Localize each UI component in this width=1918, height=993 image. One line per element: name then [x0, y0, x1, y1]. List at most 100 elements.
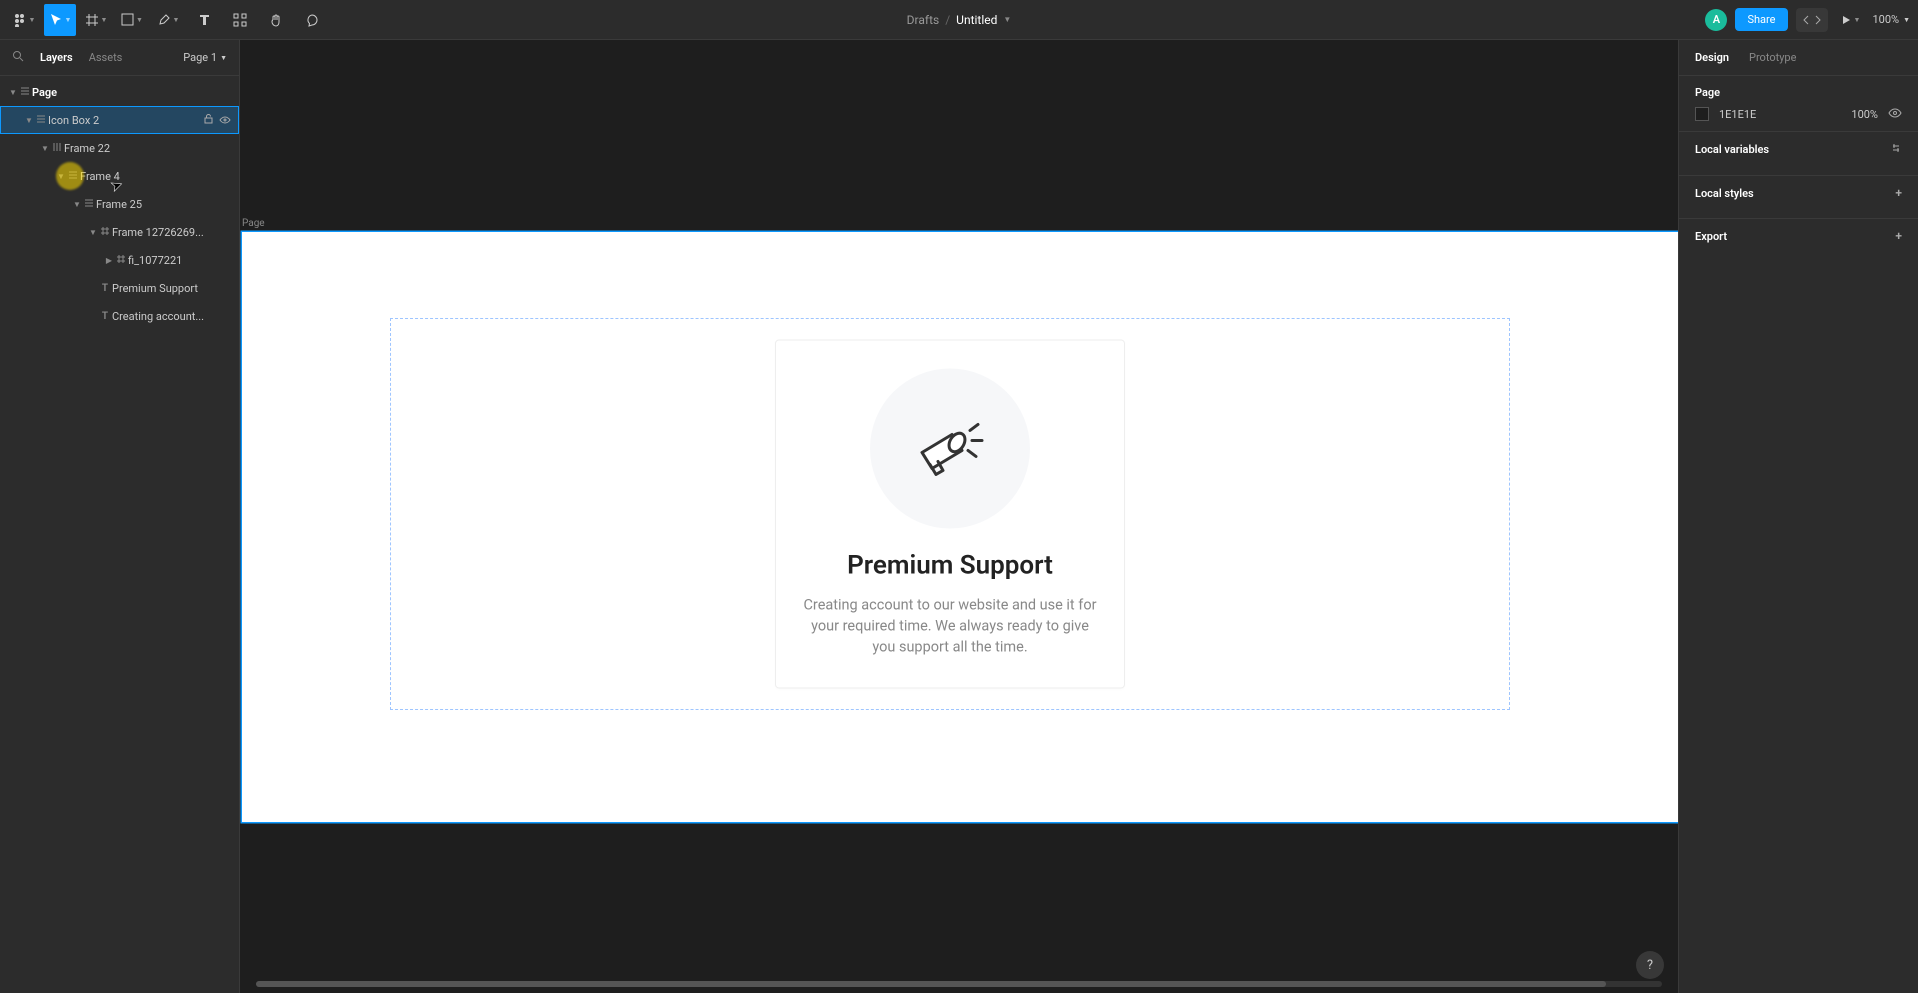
- layer-name: Frame 12726269...: [112, 226, 239, 239]
- artboard-page[interactable]: Premium Support Creating account to our …: [242, 232, 1678, 822]
- layer-name: Page: [32, 86, 239, 99]
- plus-icon[interactable]: +: [1895, 229, 1902, 243]
- layer-row-frame-4[interactable]: ▼ Frame 4: [0, 162, 239, 190]
- tab-layers[interactable]: Layers: [40, 51, 73, 64]
- expand-icon[interactable]: ▼: [40, 144, 50, 153]
- toolbar-left: ▼ ▼ ▼ ▼ ▼: [8, 4, 328, 36]
- dev-mode-button[interactable]: [1796, 8, 1828, 32]
- expand-icon[interactable]: ▼: [88, 228, 98, 237]
- section-title-page: Page: [1695, 86, 1902, 99]
- chevron-down-icon: ▼: [29, 16, 36, 24]
- chevron-down-icon: ▼: [101, 16, 108, 24]
- layer-row-frame-12726269-[interactable]: ▼ Frame 12726269...: [0, 218, 239, 246]
- text-tool-button[interactable]: [188, 4, 220, 36]
- expand-icon[interactable]: ▼: [8, 88, 18, 97]
- megaphone-icon: [910, 412, 990, 484]
- layer-row-icon-box-2[interactable]: ▼Icon Box 2: [0, 106, 239, 134]
- scrollbar-thumb[interactable]: [256, 981, 1606, 987]
- move-tool-button[interactable]: ▼: [44, 4, 76, 36]
- chevron-down-icon: ▼: [1854, 16, 1861, 24]
- layer-type-icon: [114, 254, 128, 267]
- chevron-down-icon: ▼: [65, 16, 72, 24]
- canvas[interactable]: Page Premium Support: [240, 40, 1678, 993]
- hand-tool-button[interactable]: [260, 4, 292, 36]
- toolbar: ▼ ▼ ▼ ▼ ▼ Drafts /: [0, 0, 1918, 40]
- shape-tool-button[interactable]: ▼: [116, 4, 148, 36]
- section-page: Page 1E1E1E 100%: [1679, 76, 1918, 132]
- breadcrumb[interactable]: Drafts / Untitled ▼: [907, 13, 1012, 27]
- layer-name: Frame 22: [64, 142, 239, 155]
- layer-type-icon: T: [98, 283, 112, 294]
- lock-icon[interactable]: [204, 114, 213, 127]
- card-title: Premium Support: [800, 550, 1100, 580]
- layer-type-icon: [18, 87, 32, 98]
- help-button[interactable]: ?: [1636, 951, 1664, 979]
- selection-outline: Premium Support Creating account to our …: [390, 318, 1510, 710]
- expand-icon[interactable]: ▼: [72, 200, 82, 209]
- layer-list: ▼Page▼Icon Box 2▼Frame 22▼Frame 4▼Frame …: [0, 76, 239, 330]
- search-icon[interactable]: [12, 50, 24, 65]
- card-body: Creating account to our website and use …: [800, 594, 1100, 657]
- section-local-styles[interactable]: Local styles +: [1679, 176, 1918, 219]
- layer-row-creating-account-[interactable]: TCreating account...: [0, 302, 239, 330]
- comment-tool-button[interactable]: [296, 4, 328, 36]
- horizontal-scrollbar[interactable]: [256, 981, 1662, 987]
- layer-type-icon: [50, 142, 64, 155]
- chevron-down-icon: ▼: [173, 16, 180, 24]
- tab-assets[interactable]: Assets: [89, 51, 123, 64]
- chevron-down-icon: ▼: [136, 16, 143, 24]
- card-premium-support[interactable]: Premium Support Creating account to our …: [775, 339, 1125, 688]
- fill-opacity[interactable]: 100%: [1851, 108, 1878, 121]
- expand-icon[interactable]: ▶: [104, 256, 114, 265]
- layer-type-icon: [34, 114, 48, 127]
- tab-prototype[interactable]: Prototype: [1749, 51, 1796, 64]
- layer-row-premium-support[interactable]: TPremium Support: [0, 274, 239, 302]
- section-local-variables[interactable]: Local variables: [1679, 132, 1918, 176]
- left-panel: Layers Assets Page 1 ▼ ▼Page▼Icon Box 2▼…: [0, 40, 240, 993]
- tab-design[interactable]: Design: [1695, 51, 1729, 64]
- chevron-down-icon: ▼: [1003, 15, 1011, 24]
- layer-row-frame-25[interactable]: ▼Frame 25: [0, 190, 239, 218]
- page-fill-row[interactable]: 1E1E1E 100%: [1695, 107, 1902, 121]
- section-export[interactable]: Export +: [1679, 219, 1918, 261]
- fill-swatch[interactable]: [1695, 107, 1709, 121]
- document-title: Untitled: [956, 13, 997, 27]
- breadcrumb-drafts: Drafts: [907, 13, 940, 27]
- chevron-down-icon: ▼: [1903, 16, 1910, 24]
- avatar[interactable]: A: [1705, 9, 1727, 31]
- toolbar-right: A Share ▼ 100% ▼: [1705, 4, 1910, 36]
- section-label: Local styles: [1695, 187, 1754, 200]
- layer-name: Premium Support: [112, 282, 239, 295]
- frame-label[interactable]: Page: [242, 218, 265, 229]
- visibility-icon[interactable]: [219, 114, 231, 127]
- expand-icon[interactable]: ▼: [24, 116, 34, 125]
- right-panel: Design Prototype Page 1E1E1E 100% Local …: [1678, 40, 1918, 993]
- main-menu-button[interactable]: ▼: [8, 4, 40, 36]
- icon-circle: [870, 368, 1030, 528]
- settings-icon[interactable]: [1890, 142, 1902, 157]
- page-selector[interactable]: Page 1 ▼: [183, 51, 227, 64]
- fill-hex[interactable]: 1E1E1E: [1719, 108, 1841, 121]
- layer-row-page[interactable]: ▼ Page: [0, 78, 239, 106]
- layer-row-frame-22[interactable]: ▼ Frame 22: [0, 134, 239, 162]
- section-label: Local variables: [1695, 143, 1769, 156]
- pen-tool-button[interactable]: ▼: [152, 4, 184, 36]
- layer-name: Frame 4: [80, 170, 239, 183]
- share-button[interactable]: Share: [1735, 8, 1787, 31]
- layer-type-icon: T: [98, 311, 112, 322]
- left-panel-tabs: Layers Assets Page 1 ▼: [0, 40, 239, 76]
- present-button[interactable]: ▼: [1836, 4, 1865, 36]
- layer-name: Creating account...: [112, 310, 239, 323]
- zoom-control[interactable]: 100% ▼: [1872, 13, 1910, 26]
- layer-name: fi_1077221: [128, 254, 239, 267]
- right-panel-tabs: Design Prototype: [1679, 40, 1918, 76]
- visibility-icon[interactable]: [1888, 107, 1902, 121]
- expand-icon[interactable]: ▼: [56, 172, 66, 181]
- layer-type-icon: [98, 226, 112, 239]
- chevron-down-icon: ▼: [220, 54, 227, 62]
- resources-button[interactable]: [224, 4, 256, 36]
- plus-icon[interactable]: +: [1895, 186, 1902, 200]
- frame-tool-button[interactable]: ▼: [80, 4, 112, 36]
- layer-row-fi-1077221[interactable]: ▶ fi_1077221: [0, 246, 239, 274]
- section-label: Export: [1695, 230, 1727, 243]
